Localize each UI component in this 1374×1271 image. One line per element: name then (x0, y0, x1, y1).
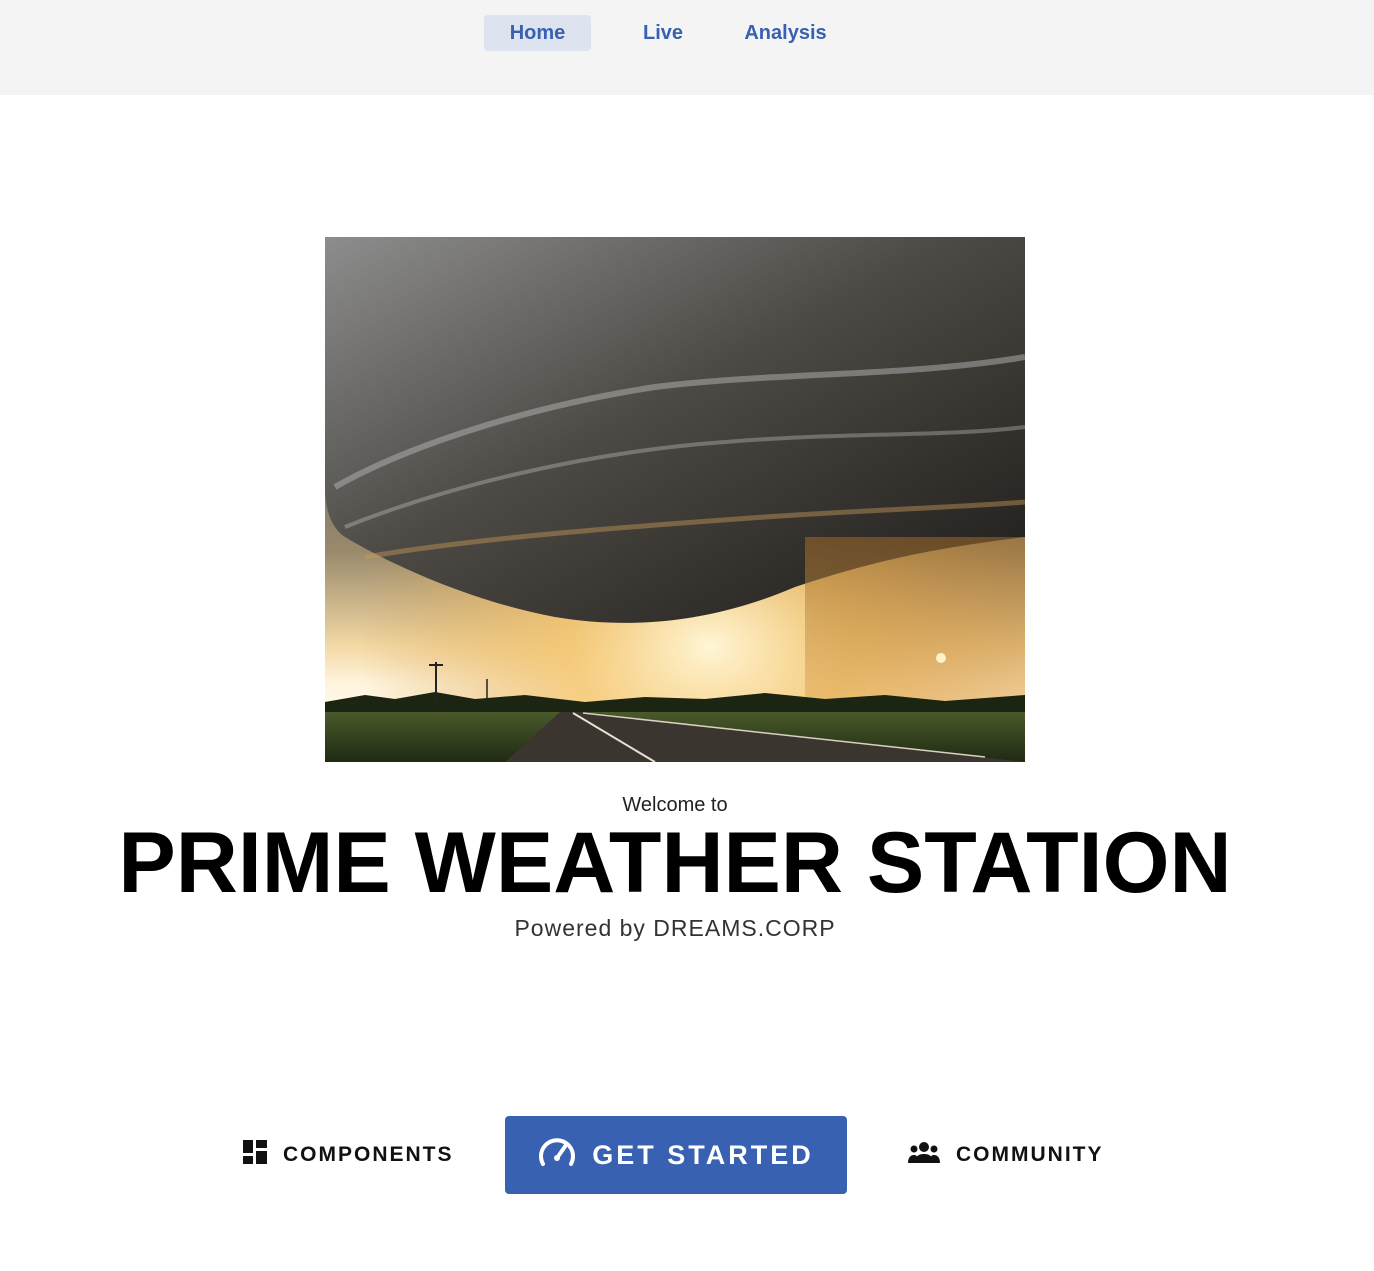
nav-item-analysis[interactable]: Analysis (738, 15, 833, 51)
people-icon (908, 1141, 940, 1169)
community-label: COMMUNITY (956, 1143, 1104, 1166)
page-subtitle: Powered by DREAMS.CORP (514, 915, 836, 941)
hero-storm-image (325, 237, 1025, 762)
dashboard-icon (243, 1140, 267, 1170)
speedometer-icon (538, 1136, 576, 1175)
nav-item-live[interactable]: Live (618, 15, 708, 51)
nav-menu: Home Live Analysis (484, 15, 833, 51)
top-navigation-bar: Home Live Analysis (0, 0, 1374, 95)
page-title: PRIME WEATHER STATION (118, 815, 1232, 911)
get-started-button[interactable]: GET STARTED (505, 1116, 847, 1194)
community-button[interactable]: COMMUNITY (908, 1116, 1104, 1194)
nav-item-home[interactable]: Home (484, 15, 591, 51)
get-started-label: GET STARTED (592, 1139, 814, 1170)
components-label: COMPONENTS (283, 1143, 454, 1166)
components-button[interactable]: COMPONENTS (243, 1116, 454, 1194)
